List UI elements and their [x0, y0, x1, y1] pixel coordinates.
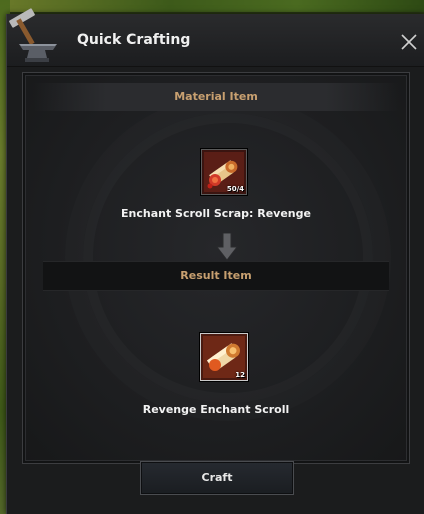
material-item-count: 50/4 — [226, 185, 244, 193]
result-item-name: Revenge Enchant Scroll — [142, 403, 290, 416]
material-item-slot[interactable]: 50/4 — [201, 149, 247, 195]
close-icon[interactable] — [399, 32, 419, 52]
window-titlebar[interactable]: Quick Crafting — [7, 8, 424, 67]
result-item-count: 12 — [235, 371, 245, 379]
material-item-header: Material Item — [33, 83, 399, 111]
arrow-down-icon — [216, 233, 238, 261]
material-item-name: Enchant Scroll Scrap: Revenge — [121, 207, 311, 220]
result-item-slot[interactable]: 12 — [200, 333, 248, 381]
quick-crafting-window: Quick Crafting Material Item 50/4 Enchan… — [6, 8, 424, 514]
window-title: Quick Crafting — [77, 32, 191, 48]
craft-button[interactable]: Craft — [140, 461, 294, 495]
crafting-panel: Material Item 50/4 Enchant Scroll Scrap:… — [22, 72, 410, 464]
anvil-icon — [9, 8, 57, 62]
result-item-header: Result Item — [43, 261, 389, 291]
